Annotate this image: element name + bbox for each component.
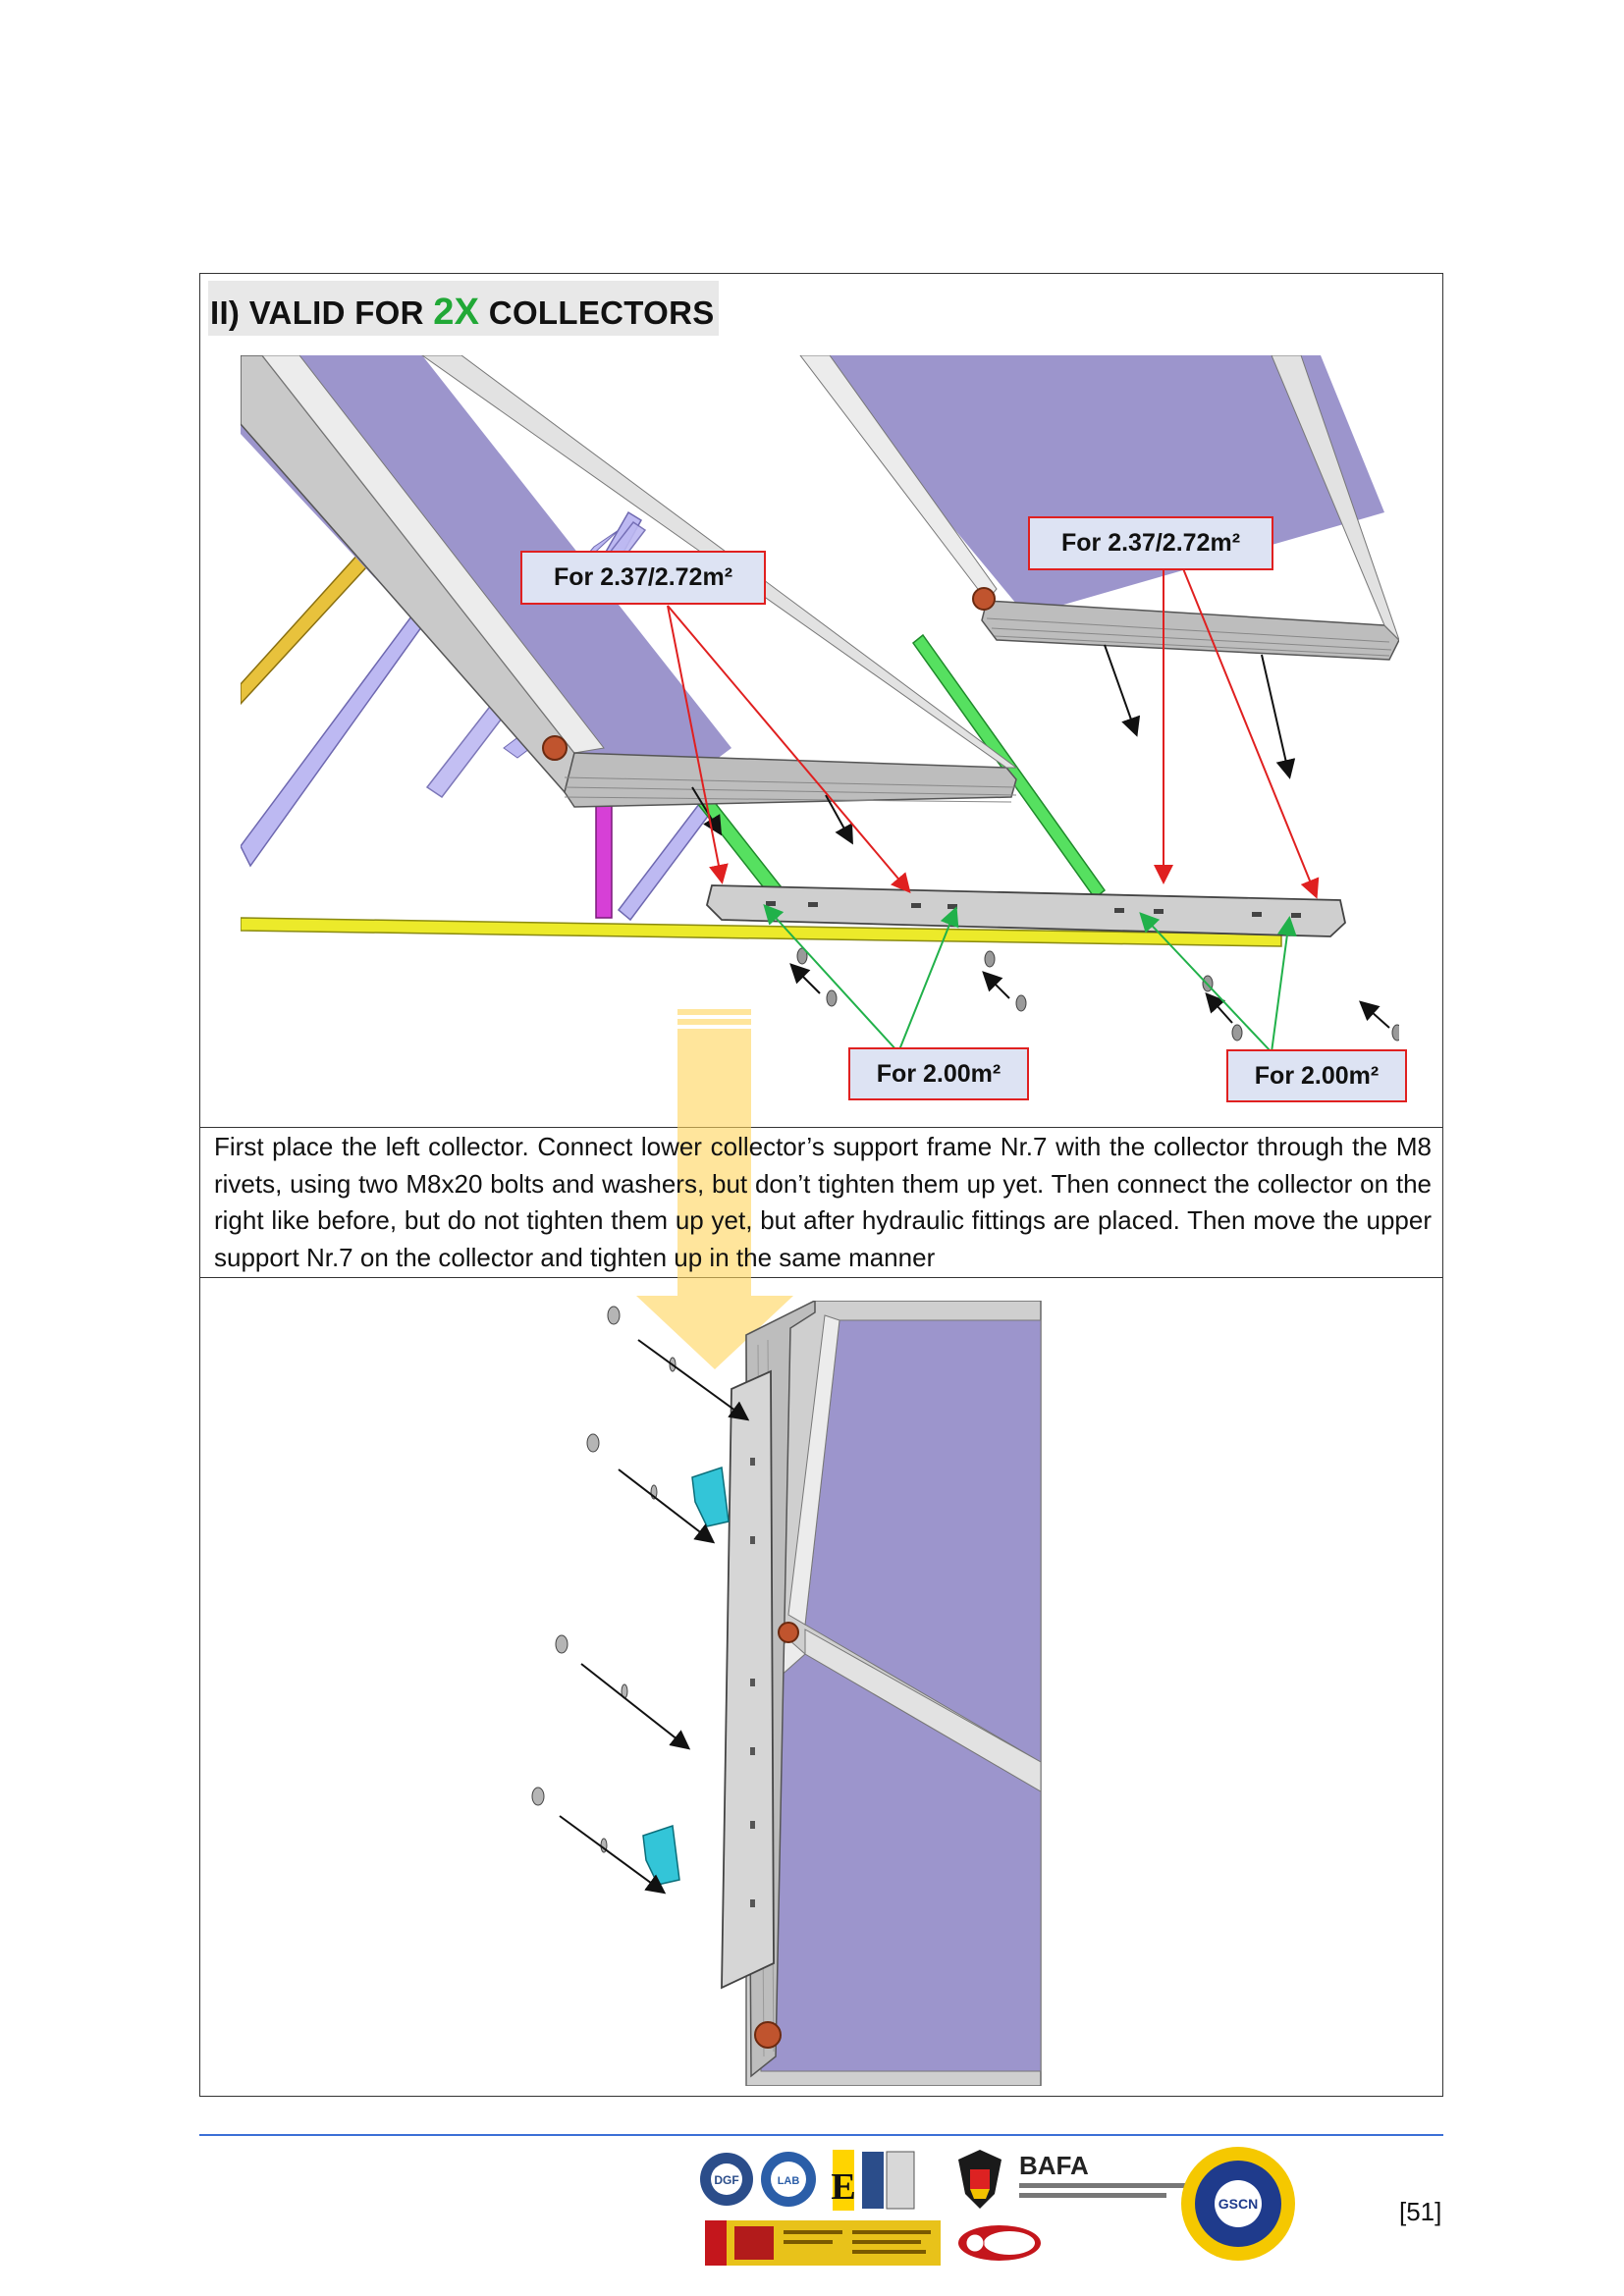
svg-text:DGF: DGF xyxy=(714,2173,738,2187)
svg-text:LAB: LAB xyxy=(778,2175,800,2187)
certification-logos: DGF LAB E BAFA GSCN xyxy=(700,2147,1295,2266)
lab-logo: LAB xyxy=(761,2152,816,2207)
assembly-arrows xyxy=(691,644,1390,1029)
svg-text:GSCN: GSCN xyxy=(1218,2196,1258,2212)
section-title-suffix: COLLECTORS xyxy=(479,294,715,331)
callout-top-left: For 2.37/2.72m² xyxy=(520,551,766,605)
footer-rule xyxy=(199,2134,1443,2136)
section-title-highlight: 2X xyxy=(433,292,480,333)
e-mark-logo: E xyxy=(831,2150,856,2211)
callout-bottom-left: For 2.00m² xyxy=(848,1047,1029,1100)
gscn-seal-logo: GSCN xyxy=(1181,2147,1295,2261)
instruction-text: First place the left collector. Connect … xyxy=(214,1132,1432,1272)
callout-bottom-right: For 2.00m² xyxy=(1226,1049,1407,1102)
cscn-logo xyxy=(862,2151,915,2210)
srcc-logo xyxy=(958,2225,1041,2261)
svg-text:E: E xyxy=(831,2166,855,2208)
table-row-divider-2 xyxy=(199,1277,1443,1278)
table-row-divider-1 xyxy=(199,1127,1443,1128)
bolts-and-washers xyxy=(531,1306,677,1853)
section-title: II) VALID FOR 2X COLLECTORS xyxy=(210,292,715,334)
upper-support-frame xyxy=(721,1369,775,1990)
page-number: [51] xyxy=(1399,2197,1442,2226)
dgf-logo: DGF xyxy=(700,2153,753,2206)
callout-top-right: For 2.37/2.72m² xyxy=(1028,516,1273,570)
right-collector xyxy=(799,355,1399,661)
bolts xyxy=(796,947,1399,1041)
svg-text:BAFA: BAFA xyxy=(1019,2151,1089,2180)
gobierno-logo xyxy=(705,2220,941,2266)
upper-support-figure xyxy=(531,1301,1042,2086)
section-title-prefix: II) VALID FOR xyxy=(210,294,434,331)
top-assembly-figure xyxy=(241,355,1399,1053)
